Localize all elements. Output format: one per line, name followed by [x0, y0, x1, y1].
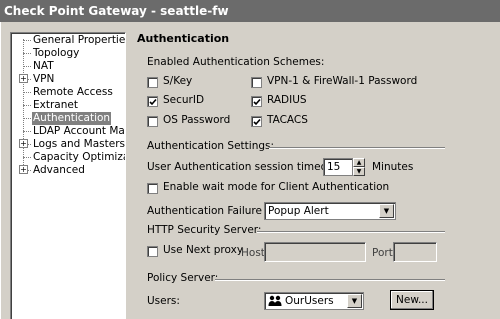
timeout-label: User Authentication session timeout: [147, 161, 342, 173]
expand-vpn-icon[interactable]: + [19, 74, 28, 83]
users-label: Users: [147, 295, 180, 307]
tacacs-label: TACACS [267, 114, 308, 126]
checkmark-icon [149, 98, 157, 106]
settings-heading: Authentication Settings: [147, 140, 275, 152]
tree-item-label: Remote Access [33, 86, 113, 98]
chevron-down-icon[interactable]: ▼ [347, 294, 362, 308]
wait-mode-checkbox[interactable] [147, 183, 158, 194]
radius-label: RADIUS [267, 94, 307, 106]
http-heading: HTTP Security Server: [147, 224, 262, 236]
tree-item-label: General Properties [33, 34, 126, 46]
failure-track-value: Popup Alert [268, 205, 329, 217]
timeout-input[interactable]: 15 [323, 158, 353, 176]
os-password-checkbox[interactable] [147, 116, 158, 127]
radius-checkbox[interactable] [251, 96, 262, 107]
skey-label: S/Key [163, 75, 193, 87]
os-password-label: OS Password [163, 114, 231, 126]
tree-item-label: Advanced [33, 164, 85, 176]
page-title: Authentication [137, 32, 230, 45]
tree-item-label: Extranet [33, 99, 78, 111]
schemes-heading: Enabled Authentication Schemes: [147, 56, 325, 68]
users-select[interactable]: OurUsers ▼ [264, 292, 364, 310]
expand-logs-icon[interactable]: + [19, 139, 28, 148]
tree-item-label: Topology [33, 47, 80, 59]
tree-item-label: VPN [33, 73, 55, 85]
users-group-icon [268, 295, 282, 306]
checkmark-icon [253, 98, 261, 106]
expand-advanced-icon[interactable]: + [19, 165, 28, 174]
users-value: OurUsers [285, 295, 334, 307]
tree-item-label: NAT [33, 60, 54, 72]
wait-mode-label: Enable wait mode for Client Authenticati… [163, 181, 390, 193]
tree-item-label: Capacity Optimization [33, 151, 125, 163]
tree-item-label: LDAP Account Manage [33, 125, 125, 137]
settings-divider [269, 147, 445, 149]
tacacs-checkbox[interactable] [251, 116, 262, 127]
checkmark-icon [253, 118, 261, 126]
tree-item-label: Logs and Masters [33, 138, 125, 150]
http-divider [257, 231, 445, 233]
dialog-body: General Properties Topology NAT + VPN Re… [0, 22, 500, 319]
spin-down-icon[interactable]: ▼ [353, 167, 365, 176]
failure-track-select[interactable]: Popup Alert ▼ [264, 202, 396, 220]
use-next-proxy-label: Use Next proxy [163, 244, 244, 256]
vpn-fw-password-label: VPN-1 & FireWall-1 Password [267, 75, 418, 87]
securid-checkbox[interactable] [147, 96, 158, 107]
securid-label: SecurID [163, 94, 205, 106]
tree-item-label: Authentication [32, 112, 112, 125]
vpn-fw-password-checkbox[interactable] [251, 77, 262, 88]
skey-checkbox[interactable] [147, 77, 158, 88]
host-input[interactable] [264, 242, 366, 262]
policy-heading: Policy Server: [147, 272, 219, 284]
navigation-tree[interactable]: General Properties Topology NAT + VPN Re… [10, 32, 126, 319]
policy-divider [215, 279, 445, 281]
timeout-unit: Minutes [372, 161, 414, 173]
chevron-down-icon[interactable]: ▼ [379, 204, 394, 218]
spin-up-icon[interactable]: ▲ [353, 158, 365, 167]
window-title: Check Point Gateway - seattle-fw [0, 0, 500, 22]
port-input[interactable] [393, 242, 437, 262]
new-users-button[interactable]: New... [390, 290, 434, 310]
use-next-proxy-checkbox[interactable] [147, 246, 158, 257]
timeout-stepper[interactable]: ▲ ▼ [353, 158, 365, 176]
